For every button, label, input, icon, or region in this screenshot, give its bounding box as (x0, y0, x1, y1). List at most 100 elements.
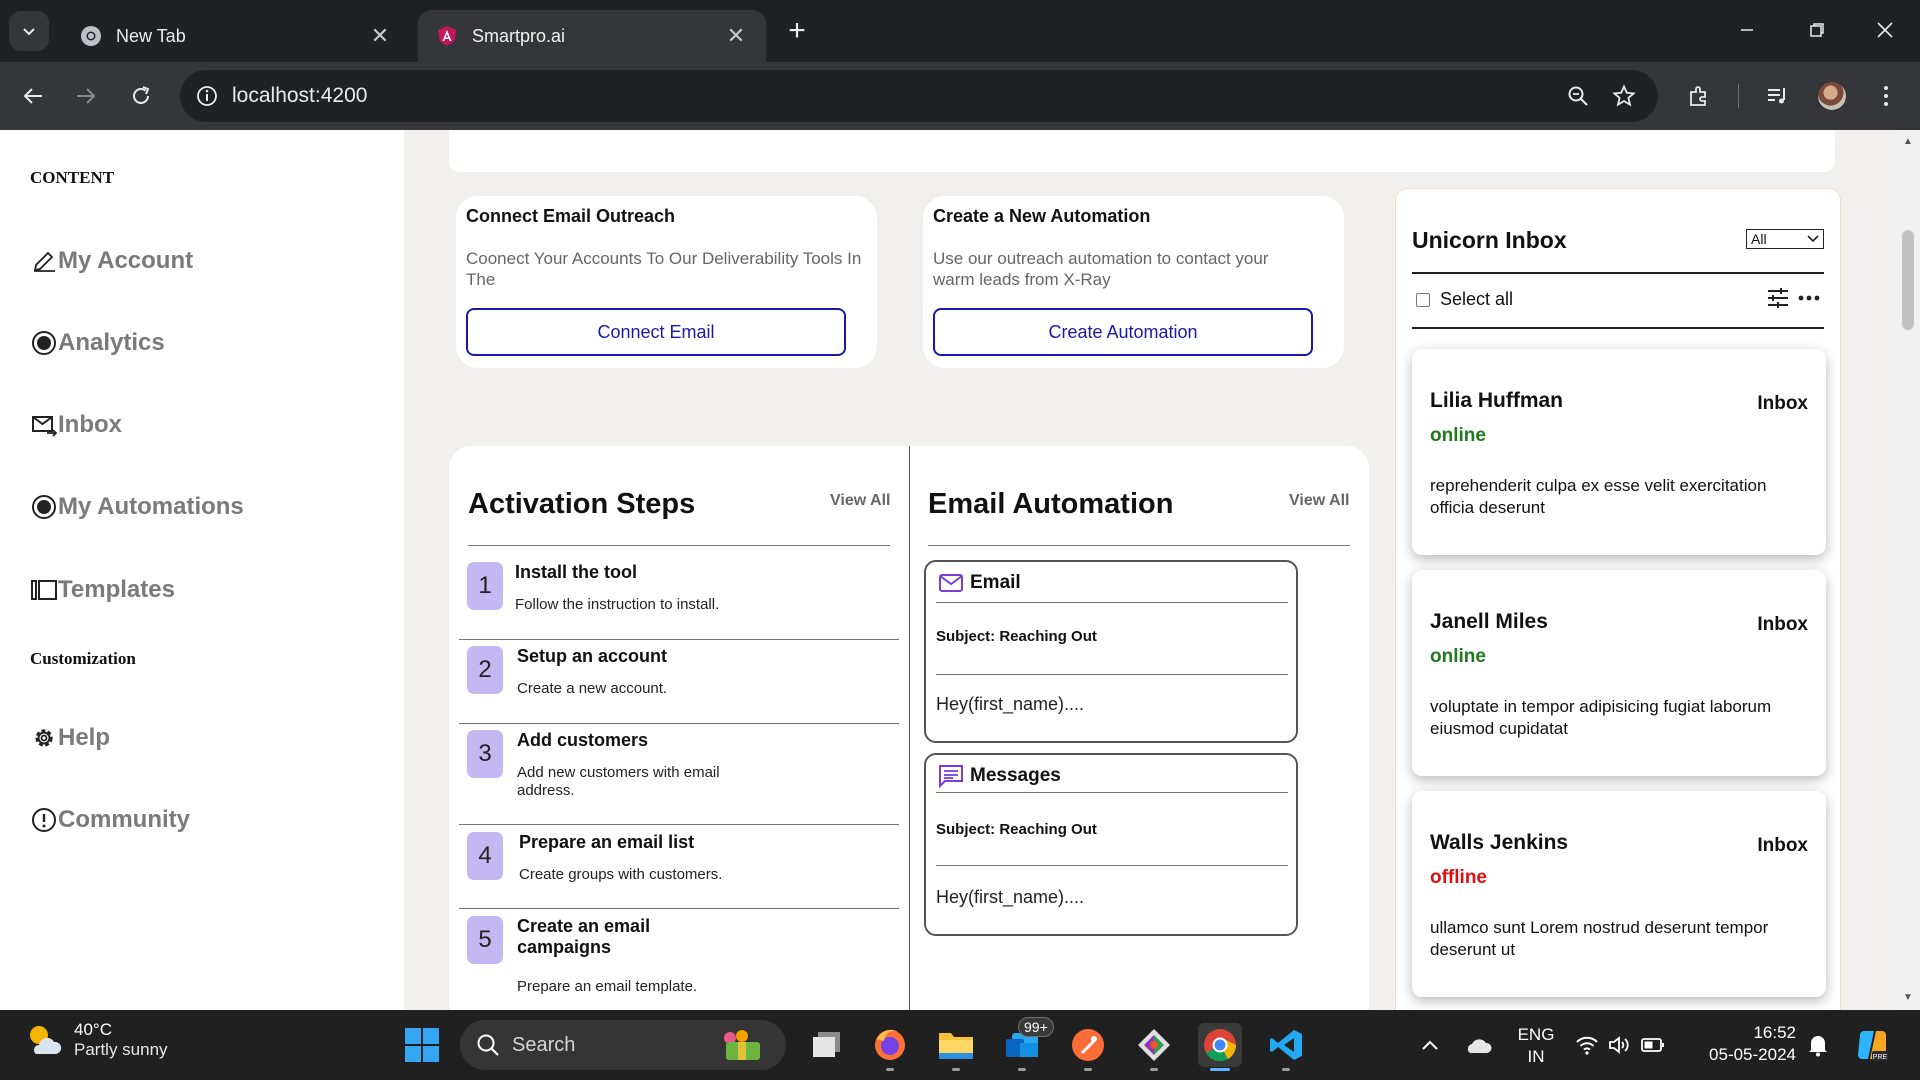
select-all-control[interactable]: Select all (1416, 289, 1513, 310)
sidebar-item-my-account[interactable]: My Account (30, 247, 193, 275)
puzzle-icon (1690, 86, 1706, 106)
notifications-button[interactable] (1796, 1023, 1840, 1067)
email-automation-title: Email Automation (928, 488, 1174, 520)
task-view-button[interactable] (805, 1023, 849, 1067)
running-indicator (1282, 1068, 1290, 1071)
chrome-taskbar-app[interactable] (1198, 1023, 1242, 1071)
inbox-filter-select[interactable]: All (1746, 229, 1824, 249)
inbox-message-card[interactable]: Lilia Huffman Inbox online reprehenderit… (1412, 349, 1826, 555)
scroll-up-icon[interactable]: ▲ (1902, 136, 1914, 148)
search-highlight-icon (724, 1030, 760, 1060)
extensions-button[interactable] (1679, 76, 1719, 116)
address-bar[interactable]: localhost:4200 (180, 70, 1658, 122)
battery-icon (1641, 1038, 1665, 1052)
weather-widget[interactable]: 40°C Partly sunny (24, 1020, 168, 1060)
language-indicator[interactable]: ENG IN (1516, 1024, 1556, 1068)
tab-new-tab[interactable]: New Tab ✕ (62, 10, 410, 62)
step-title: Install the tool (515, 562, 638, 582)
automation-card-email[interactable]: Email Subject: Reaching Out Hey(first_na… (924, 560, 1298, 743)
page-scrollbar[interactable]: ▲ ▼ (1896, 130, 1920, 1010)
avatar (1818, 82, 1846, 110)
step-number: 1 (467, 562, 503, 610)
sidebar-item-my-automations[interactable]: My Automations (30, 493, 244, 521)
inbox-message-card[interactable]: Janell Miles Inbox online voluptate in t… (1412, 570, 1826, 776)
partly-sunny-icon (30, 1026, 62, 1054)
sidebar-item-analytics[interactable]: Analytics (30, 329, 165, 357)
step-title: Prepare an email list (519, 832, 695, 852)
sidebar-item-label: Community (58, 806, 190, 833)
divider (459, 824, 899, 825)
create-automation-button[interactable]: Create Automation (933, 308, 1313, 356)
message-folder: Inbox (1757, 835, 1808, 856)
sidebar-item-templates[interactable]: Templates (30, 576, 175, 604)
tab-title: Smartpro.ai (472, 25, 566, 46)
minimize-button[interactable] (1724, 12, 1770, 48)
email-automation-view-all-link[interactable]: View All (1289, 492, 1349, 510)
close-icon[interactable]: ✕ (724, 23, 748, 49)
divider (936, 792, 1288, 793)
restore-button[interactable] (1794, 12, 1840, 48)
outlook-taskbar-app[interactable]: 99+ (1000, 1017, 1054, 1071)
clock-time: 16:52 (1753, 1023, 1796, 1042)
tab-smartpro[interactable]: Smartpro.ai ✕ (418, 10, 766, 62)
angular-icon (438, 26, 456, 46)
activation-steps-title: Activation Steps (468, 488, 696, 520)
sidebar-item-label: My Automations (58, 493, 244, 520)
divider (1412, 327, 1824, 329)
firefox-taskbar-app[interactable] (868, 1023, 912, 1071)
media-control-button[interactable] (1757, 76, 1797, 116)
pencil-icon (30, 247, 58, 275)
sender-name: Lilia Huffman (1430, 389, 1564, 412)
show-hidden-icons-button[interactable] (1408, 1023, 1452, 1067)
close-icon[interactable]: ✕ (368, 23, 392, 49)
sidebar-item-community[interactable]: Community (30, 806, 190, 834)
inbox-message-card[interactable]: Walls Jenkins Inbox offline ullamco sunt… (1412, 791, 1826, 997)
reload-button[interactable] (121, 76, 161, 116)
vscode-taskbar-app[interactable] (1264, 1023, 1308, 1071)
git-client-taskbar-app[interactable] (1132, 1023, 1176, 1071)
connect-email-button[interactable]: Connect Email (466, 308, 846, 356)
git-client-icon (1138, 1029, 1170, 1061)
profile-button[interactable] (1812, 76, 1852, 116)
info-icon[interactable] (196, 85, 218, 107)
file-explorer-taskbar-app[interactable] (934, 1023, 978, 1071)
message-folder: Inbox (1757, 393, 1808, 414)
postman-taskbar-app[interactable] (1066, 1023, 1110, 1071)
sliders-icon[interactable] (1766, 287, 1790, 309)
onedrive-button[interactable] (1456, 1023, 1500, 1067)
firefox-icon (875, 1029, 905, 1060)
quick-settings-button[interactable] (1570, 1023, 1670, 1067)
notification-badge: 99+ (1018, 1017, 1054, 1037)
tab-search-button[interactable] (9, 11, 49, 51)
select-all-checkbox[interactable] (1416, 292, 1430, 307)
automation-card-messages[interactable]: Messages Subject: Reaching Out Hey(first… (924, 753, 1298, 936)
new-tab-button[interactable]: + (780, 14, 814, 48)
chrome-icon (81, 26, 101, 46)
divider (459, 723, 899, 724)
sidebar-item-inbox[interactable]: Inbox (30, 411, 122, 439)
bookmark-button[interactable] (1604, 70, 1644, 122)
activation-view-all-link[interactable]: View All (830, 492, 890, 510)
clock[interactable]: 16:52 05-05-2024 (1696, 1022, 1796, 1066)
vscode-icon (1270, 1030, 1302, 1060)
sidebar-item-label: Inbox (58, 411, 122, 438)
zoom-button[interactable] (1558, 70, 1598, 122)
back-button[interactable] (13, 76, 53, 116)
mail-icon (938, 570, 964, 596)
menu-button[interactable] (1866, 76, 1906, 116)
step-description: Add new customers with email address. (517, 764, 720, 799)
sidebar-item-label: Help (58, 724, 111, 751)
forward-button[interactable] (66, 76, 106, 116)
scroll-thumb[interactable] (1902, 230, 1914, 330)
close-window-button[interactable] (1862, 12, 1908, 48)
copilot-button[interactable]: PRE (1850, 1023, 1894, 1067)
step-number: 4 (467, 832, 503, 880)
start-button[interactable] (400, 1023, 444, 1067)
browser-toolbar: localhost:4200 (0, 62, 1920, 130)
inbox-tools (1766, 287, 1820, 309)
media-queue-icon (1768, 88, 1785, 104)
scroll-down-icon[interactable]: ▼ (1902, 992, 1914, 1004)
more-horizontal-icon[interactable] (1798, 295, 1820, 301)
sidebar-item-help[interactable]: Help (30, 724, 110, 752)
taskbar-search[interactable]: Search (460, 1020, 786, 1070)
